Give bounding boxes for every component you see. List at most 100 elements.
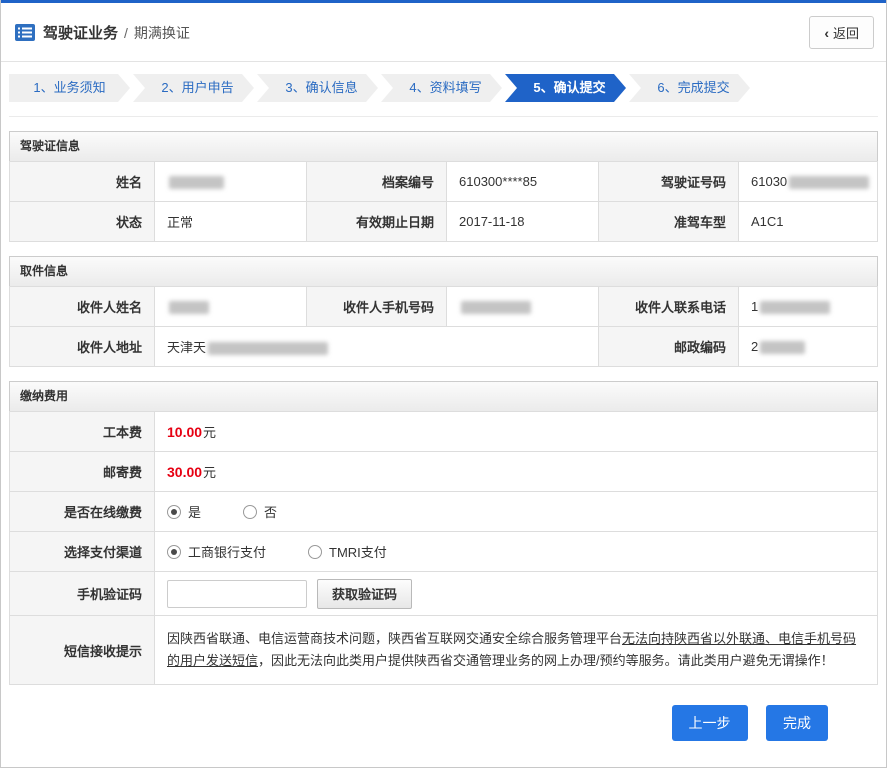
postage-fee-unit: 元 bbox=[203, 465, 217, 480]
sms-code-label: 手机验证码 bbox=[9, 571, 155, 616]
recipient-mobile-value bbox=[446, 286, 599, 327]
step-tab-3[interactable]: 3、确认信息 bbox=[257, 74, 378, 102]
redacted-value bbox=[760, 301, 831, 315]
expiry-date-label: 有效期止日期 bbox=[306, 201, 447, 242]
get-sms-code-button[interactable]: 获取验证码 bbox=[317, 578, 413, 609]
recipient-mobile-label: 收件人手机号码 bbox=[306, 286, 447, 327]
redacted-value bbox=[208, 342, 329, 356]
payment-section: 缴纳费用 工本费 10.00元 邮寄费 30.00元 是否在线缴费 是 否 选择… bbox=[9, 381, 878, 685]
postage-fee-value: 30.00元 bbox=[154, 451, 878, 492]
step-tab-6[interactable]: 6、完成提交 bbox=[629, 74, 750, 102]
table-row: 邮寄费 30.00元 bbox=[9, 451, 878, 492]
recipient-phone-value: 1 bbox=[738, 286, 878, 327]
step-nav: 1、业务须知 2、用户申告 3、确认信息 4、资料填写 5、确认提交 6、完成提… bbox=[9, 74, 878, 117]
license-info-table: 姓名 档案编号 610300****85 驾驶证号码 61030 状态 正常 有… bbox=[9, 161, 878, 242]
license-number-visible: 61030 bbox=[751, 173, 788, 189]
expiry-date-value: 2017-11-18 bbox=[446, 201, 599, 242]
table-row: 选择支付渠道 工商银行支付 TMRI支付 bbox=[9, 531, 878, 572]
table-row: 工本费 10.00元 bbox=[9, 411, 878, 452]
production-fee-unit: 元 bbox=[203, 425, 217, 440]
payment-channel-options: 工商银行支付 TMRI支付 bbox=[154, 531, 878, 572]
payment-table: 工本费 10.00元 邮寄费 30.00元 是否在线缴费 是 否 选择支付渠道 … bbox=[9, 411, 878, 685]
table-row: 是否在线缴费 是 否 bbox=[9, 491, 878, 532]
step-tab-2[interactable]: 2、用户申告 bbox=[133, 74, 254, 102]
step-tab-5-active[interactable]: 5、确认提交 bbox=[505, 74, 626, 102]
file-number-value: 610300****85 bbox=[446, 161, 599, 202]
radio-unchecked-icon bbox=[308, 544, 323, 559]
finish-button[interactable]: 完成 bbox=[766, 705, 828, 741]
vehicle-class-label: 准驾车型 bbox=[598, 201, 739, 242]
radio-option-tmri[interactable]: TMRI支付 bbox=[308, 542, 387, 561]
redacted-value bbox=[461, 301, 531, 315]
radio-checked-icon bbox=[167, 544, 181, 559]
back-button[interactable]: ‹ 返回 bbox=[809, 16, 874, 49]
payment-channel-label: 选择支付渠道 bbox=[9, 531, 155, 572]
pickup-info-table: 收件人姓名 收件人手机号码 收件人联系电话 1 收件人地址 天津天 邮政编码 2 bbox=[9, 286, 878, 367]
sms-notice-text: 因陕西省联通、电信运营商技术问题，陕西省互联网交通安全综合服务管理平台无法向持陕… bbox=[154, 615, 878, 685]
sms-code-input[interactable] bbox=[167, 579, 307, 608]
online-payment-radio-group: 是 否 bbox=[167, 502, 876, 521]
footer-actions: 上一步 完成 bbox=[1, 685, 886, 755]
previous-step-button[interactable]: 上一步 bbox=[671, 705, 748, 741]
redacted-value bbox=[760, 341, 806, 355]
license-number-value: 61030 bbox=[738, 161, 878, 202]
online-payment-options: 是 否 bbox=[154, 491, 878, 532]
radio-option-yes[interactable]: 是 bbox=[167, 502, 201, 521]
sms-code-row: 获取验证码 bbox=[167, 578, 876, 609]
recipient-address-visible: 天津天 bbox=[167, 340, 207, 355]
radio-option-no[interactable]: 否 bbox=[243, 502, 277, 521]
postage-fee-label: 邮寄费 bbox=[9, 451, 155, 492]
sms-code-cell: 获取验证码 bbox=[154, 571, 878, 616]
sms-notice-part3: ，因此无法向此类用户提供陕西省交通管理业务的网上办理/预约等服务。请此类用户避免… bbox=[258, 653, 834, 668]
license-info-section: 驾驶证信息 姓名 档案编号 610300****85 驾驶证号码 61030 状… bbox=[9, 131, 878, 242]
recipient-phone-label: 收件人联系电话 bbox=[598, 286, 739, 327]
radio-unchecked-icon bbox=[243, 504, 258, 519]
table-row: 手机验证码 获取验证码 bbox=[9, 571, 878, 616]
sms-notice-part1: 因陕西省联通、电信运营商技术问题，陕西省互联网交通安全综合服务管理平台 bbox=[167, 631, 623, 646]
radio-option-icbc[interactable]: 工商银行支付 bbox=[167, 542, 266, 561]
back-button-label: 返回 bbox=[832, 26, 859, 41]
recipient-address-label: 收件人地址 bbox=[9, 326, 155, 367]
table-row: 短信接收提示 因陕西省联通、电信运营商技术问题，陕西省互联网交通安全综合服务管理… bbox=[9, 615, 878, 685]
postcode-label: 邮政编码 bbox=[598, 326, 739, 367]
table-row: 收件人地址 天津天 邮政编码 2 bbox=[9, 326, 878, 367]
radio-option-label: 否 bbox=[264, 505, 278, 520]
radio-checked-icon bbox=[167, 504, 181, 519]
pickup-info-section: 取件信息 收件人姓名 收件人手机号码 收件人联系电话 1 收件人地址 天津天 邮… bbox=[9, 256, 878, 367]
status-label: 状态 bbox=[9, 201, 155, 242]
vehicle-class-value: A1C1 bbox=[738, 201, 878, 242]
payment-title: 缴纳费用 bbox=[9, 381, 878, 411]
pickup-info-title: 取件信息 bbox=[9, 256, 878, 286]
sms-notice-label: 短信接收提示 bbox=[9, 615, 155, 685]
radio-option-label: TMRI支付 bbox=[329, 545, 387, 560]
license-business-icon bbox=[15, 24, 35, 41]
postcode-visible: 2 bbox=[751, 338, 759, 354]
table-row: 状态 正常 有效期止日期 2017-11-18 准驾车型 A1C1 bbox=[9, 201, 878, 242]
production-fee-amount: 10.00 bbox=[167, 424, 203, 440]
breadcrumb-separator: / bbox=[124, 24, 128, 41]
redacted-value bbox=[789, 176, 870, 190]
production-fee-label: 工本费 bbox=[9, 411, 155, 452]
radio-option-label: 是 bbox=[188, 505, 202, 520]
license-info-title: 驾驶证信息 bbox=[9, 131, 878, 161]
step-tab-1[interactable]: 1、业务须知 bbox=[9, 74, 130, 102]
page: 驾驶证业务 / 期满换证 ‹ 返回 1、业务须知 2、用户申告 3、确认信息 4… bbox=[0, 0, 887, 768]
radio-option-label: 工商银行支付 bbox=[188, 545, 267, 560]
table-row: 收件人姓名 收件人手机号码 收件人联系电话 1 bbox=[9, 286, 878, 327]
recipient-name-label: 收件人姓名 bbox=[9, 286, 155, 327]
postage-fee-amount: 30.00 bbox=[167, 464, 203, 480]
recipient-address-value: 天津天 bbox=[154, 326, 599, 367]
payment-channel-radio-group: 工商银行支付 TMRI支付 bbox=[167, 542, 876, 561]
page-title: 驾驶证业务 bbox=[43, 25, 119, 42]
name-value bbox=[154, 161, 307, 202]
online-payment-label: 是否在线缴费 bbox=[9, 491, 155, 532]
production-fee-value: 10.00元 bbox=[154, 411, 878, 452]
name-label: 姓名 bbox=[9, 161, 155, 202]
recipient-name-value bbox=[154, 286, 307, 327]
file-number-label: 档案编号 bbox=[306, 161, 447, 202]
breadcrumb-current: 期满换证 bbox=[133, 24, 190, 41]
license-number-label: 驾驶证号码 bbox=[598, 161, 739, 202]
step-tab-4[interactable]: 4、资料填写 bbox=[381, 74, 502, 102]
recipient-phone-visible: 1 bbox=[751, 298, 759, 314]
back-chevron-icon: ‹ bbox=[824, 24, 829, 41]
